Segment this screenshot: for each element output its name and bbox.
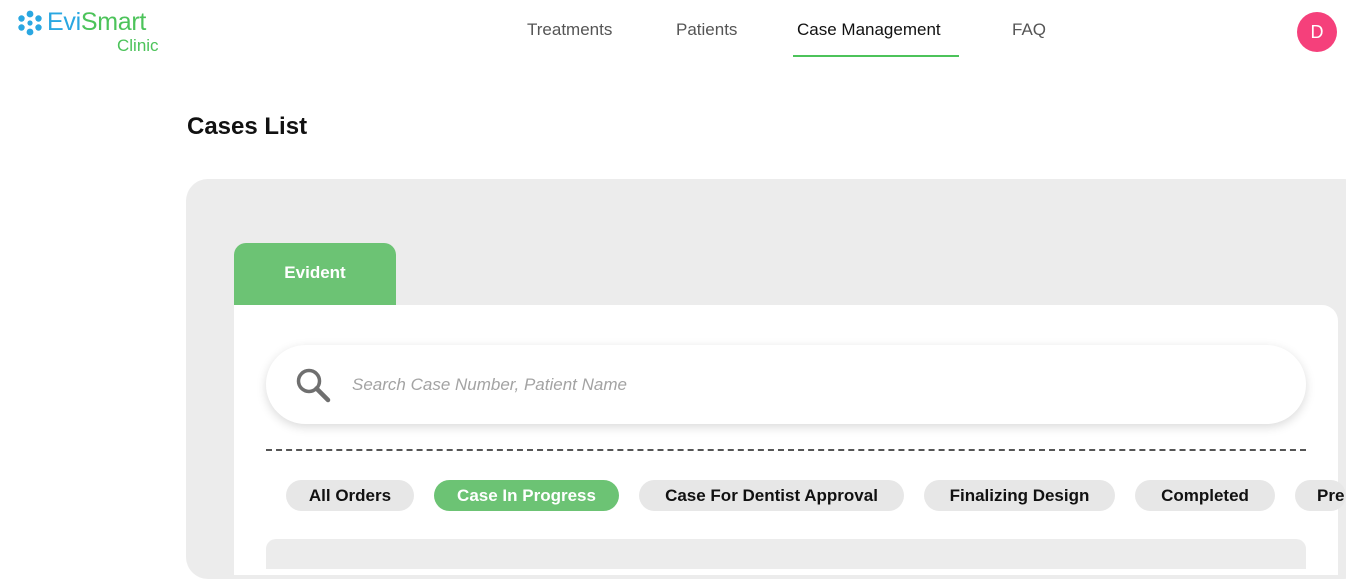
user-avatar[interactable]: D xyxy=(1297,12,1337,52)
dashed-divider xyxy=(266,449,1306,451)
filter-all-orders[interactable]: All Orders xyxy=(286,480,414,511)
status-filter-chips: All Orders Case In Progress Case For Den… xyxy=(0,480,1346,512)
logo-name-evi: Evi xyxy=(47,8,81,36)
logo-subtitle: Clinic xyxy=(117,36,159,55)
active-nav-indicator xyxy=(793,55,959,57)
tab-evident[interactable]: Evident xyxy=(234,243,396,305)
filter-finalizing-design[interactable]: Finalizing Design xyxy=(924,480,1115,511)
cases-list-header xyxy=(266,539,1306,569)
logo-name-smart: Smart xyxy=(80,8,147,36)
filter-case-in-progress[interactable]: Case In Progress xyxy=(434,480,619,511)
filter-case-for-dentist-approval[interactable]: Case For Dentist Approval xyxy=(639,480,904,511)
nav-item-treatments[interactable]: Treatments xyxy=(527,19,612,41)
logo-icon xyxy=(18,10,42,36)
search-input[interactable] xyxy=(352,370,1272,400)
filter-completed[interactable]: Completed xyxy=(1135,480,1275,511)
nav-item-faq[interactable]: FAQ xyxy=(1012,19,1046,41)
evismart-logo[interactable]: EviSmart Clinic xyxy=(17,7,167,57)
search-icon[interactable] xyxy=(294,366,332,404)
filter-pre[interactable]: Pre xyxy=(1295,480,1346,511)
nav-item-patients[interactable]: Patients xyxy=(676,19,737,41)
top-header: EviSmart Clinic Treatments Patients Case… xyxy=(0,0,1346,64)
logo-wordmark: EviSmart xyxy=(47,8,146,36)
page-title: Cases List xyxy=(187,113,308,140)
nav-item-case-management[interactable]: Case Management xyxy=(797,19,941,41)
